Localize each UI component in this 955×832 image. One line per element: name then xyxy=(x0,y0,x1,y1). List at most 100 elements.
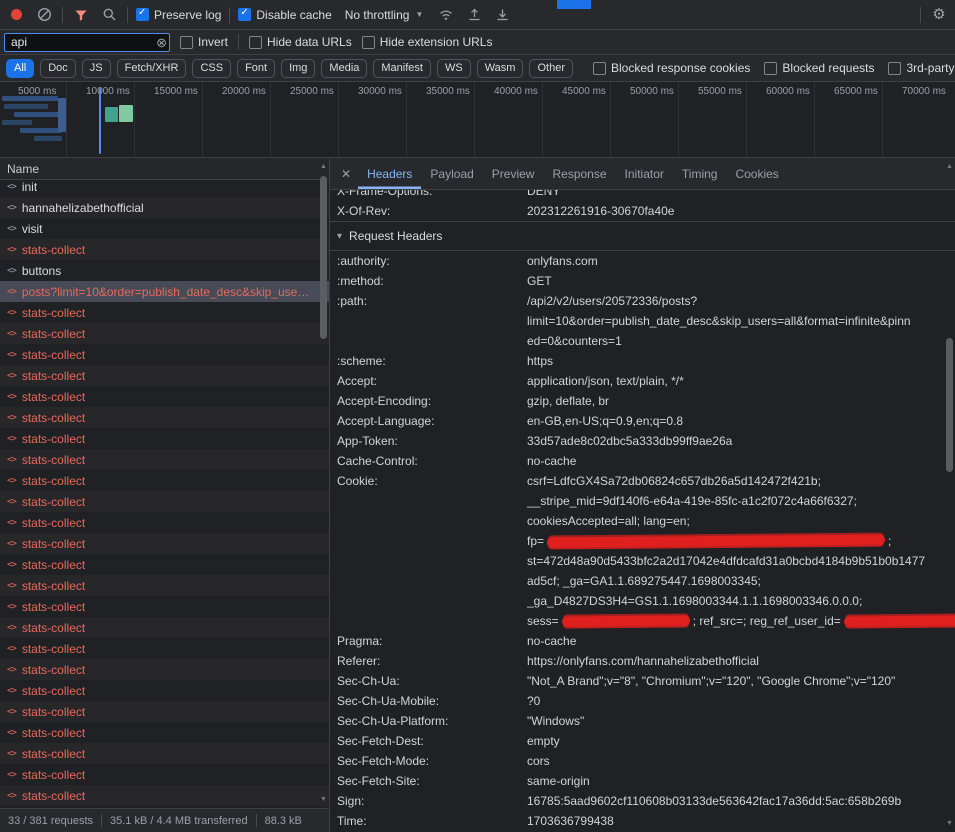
clear-button[interactable] xyxy=(34,5,54,25)
throttling-dropdown[interactable]: No throttling ▼ xyxy=(340,6,429,24)
type-chip-fetch-xhr[interactable]: Fetch/XHR xyxy=(117,59,187,78)
checkbox-label: 3rd-party requests xyxy=(906,61,955,75)
timeline-label: 65000 ms xyxy=(834,86,878,97)
request-row[interactable]: <>stats-collect xyxy=(0,680,329,701)
request-row[interactable]: <>stats-collect xyxy=(0,470,329,491)
script-icon: <> xyxy=(7,329,16,339)
request-row[interactable]: <>stats-collect xyxy=(0,428,329,449)
type-chip-wasm[interactable]: Wasm xyxy=(477,59,524,78)
header-name: X-Frame-Options: xyxy=(330,190,527,201)
request-name-label: stats-collect xyxy=(22,390,85,404)
invert-checkbox[interactable]: Invert xyxy=(180,35,228,49)
type-chip-font[interactable]: Font xyxy=(237,59,275,78)
tab-response[interactable]: Response xyxy=(543,158,615,189)
request-row[interactable]: <>stats-collect xyxy=(0,344,329,365)
request-row[interactable]: <>stats-collect xyxy=(0,722,329,743)
type-chip-manifest[interactable]: Manifest xyxy=(373,59,431,78)
preserve-log-label: Preserve log xyxy=(154,8,221,22)
clear-filter-icon[interactable]: ⊗ xyxy=(156,34,167,51)
settings-button[interactable]: ⚙ xyxy=(929,5,949,25)
request-row[interactable]: <>buttons xyxy=(0,260,329,281)
request-row[interactable]: <>stats-collect xyxy=(0,701,329,722)
request-row[interactable]: <>stats-collect xyxy=(0,533,329,554)
type-chip-css[interactable]: CSS xyxy=(192,59,231,78)
scroll-down-arrow-icon[interactable]: ▼ xyxy=(318,795,329,804)
request-row[interactable]: <>posts?limit=10&order=publish_date_desc… xyxy=(0,281,329,302)
tab-cookies[interactable]: Cookies xyxy=(726,158,787,189)
request-row[interactable]: <>hannahelizabethofficial xyxy=(0,197,329,218)
request-row[interactable]: <>stats-collect xyxy=(0,659,329,680)
request-row[interactable]: <>stats-collect xyxy=(0,365,329,386)
tab-headers[interactable]: Headers xyxy=(358,158,421,189)
tab-initiator[interactable]: Initiator xyxy=(616,158,673,189)
preserve-log-checkbox[interactable]: Preserve log xyxy=(136,8,221,22)
type-chip-media[interactable]: Media xyxy=(321,59,367,78)
name-column-header[interactable]: Name xyxy=(0,158,329,180)
scroll-up-arrow-icon[interactable]: ▲ xyxy=(318,162,329,171)
header-name: Sign: xyxy=(330,791,527,811)
request-row[interactable]: <>stats-collect xyxy=(0,764,329,785)
request-row[interactable]: <>stats-collect xyxy=(0,491,329,512)
request-row[interactable]: <>stats-collect xyxy=(0,302,329,323)
header-row: :method:GET xyxy=(330,271,955,291)
request-row[interactable]: <>stats-collect xyxy=(0,323,329,344)
record-button[interactable] xyxy=(6,5,26,25)
request-row[interactable]: <>init xyxy=(0,180,329,197)
request-row[interactable]: <>stats-collect xyxy=(0,512,329,533)
request-row[interactable]: <>visit xyxy=(0,218,329,239)
request-list-scrollbar[interactable]: ▲ ▼ xyxy=(318,162,329,804)
request-name-label: stats-collect xyxy=(22,306,85,320)
network-overview-timeline[interactable]: 5000 ms10000 ms15000 ms20000 ms25000 ms3… xyxy=(0,82,955,158)
network-conditions-button[interactable] xyxy=(436,5,456,25)
tab-preview[interactable]: Preview xyxy=(483,158,544,189)
search-button[interactable] xyxy=(99,5,119,25)
request-row[interactable]: <>stats-collect xyxy=(0,638,329,659)
detail-scrollbar[interactable]: ▲ ▼ xyxy=(944,162,955,828)
request-table: Name <>init<>hannahelizabethofficial<>vi… xyxy=(0,158,330,832)
type-chip-img[interactable]: Img xyxy=(281,59,315,78)
type-chip-other[interactable]: Other xyxy=(529,59,573,78)
request-row[interactable]: <>stats-collect xyxy=(0,617,329,638)
scroll-up-arrow-icon[interactable]: ▲ xyxy=(944,162,955,171)
tab-payload[interactable]: Payload xyxy=(421,158,482,189)
header-value: empty xyxy=(527,731,955,751)
request-headers-section-header[interactable]: ▾ Request Headers xyxy=(330,222,955,251)
scroll-down-arrow-icon[interactable]: ▼ xyxy=(944,819,955,828)
type-chip-all[interactable]: All xyxy=(6,59,34,78)
network-toolbar: Preserve log Disable cache No throttling… xyxy=(0,0,955,30)
request-row[interactable]: <> stats-collect xyxy=(0,386,329,407)
import-har-button[interactable] xyxy=(464,5,484,25)
disable-cache-label: Disable cache xyxy=(256,8,331,22)
disable-cache-checkbox[interactable]: Disable cache xyxy=(238,8,331,22)
filter-input[interactable] xyxy=(4,33,170,52)
script-icon: <> xyxy=(7,560,16,570)
type-chip-doc[interactable]: Doc xyxy=(40,59,76,78)
checkbox-blocked-response-cookies[interactable]: Blocked response cookies xyxy=(593,61,750,75)
checkbox-blocked-requests[interactable]: Blocked requests xyxy=(764,61,874,75)
close-icon[interactable]: ✕ xyxy=(341,167,351,181)
timeline-gridline xyxy=(882,82,883,157)
request-row[interactable]: <>stats-collect xyxy=(0,407,329,428)
scrollbar-thumb[interactable] xyxy=(946,338,953,472)
type-chip-ws[interactable]: WS xyxy=(437,59,471,78)
request-row[interactable]: <>stats-collect xyxy=(0,449,329,470)
request-row[interactable]: <>stats-collect xyxy=(0,743,329,764)
hide-data-urls-checkbox[interactable]: Hide data URLs xyxy=(249,35,352,49)
request-row[interactable]: <>stats-collect xyxy=(0,554,329,575)
tab-timing[interactable]: Timing xyxy=(673,158,727,189)
header-value-line: ?0 xyxy=(527,691,955,711)
hide-extension-urls-checkbox[interactable]: Hide extension URLs xyxy=(362,35,493,49)
request-row[interactable]: <>stats-collect xyxy=(0,785,329,806)
header-row: :authority:onlyfans.com xyxy=(330,251,955,271)
script-icon: <> xyxy=(7,665,16,675)
request-row[interactable]: <>stats-collect xyxy=(0,596,329,617)
checkbox-3rd-party-requests[interactable]: 3rd-party requests xyxy=(888,61,955,75)
request-row[interactable]: <>stats-collect xyxy=(0,239,329,260)
script-icon: <> xyxy=(7,392,16,402)
scrollbar-thumb[interactable] xyxy=(320,176,327,339)
type-chip-js[interactable]: JS xyxy=(82,59,111,78)
export-har-button[interactable] xyxy=(492,5,512,25)
filter-button[interactable] xyxy=(71,5,91,25)
request-row[interactable]: <>stats-collect xyxy=(0,575,329,596)
header-row: Sec-Fetch-Site:same-origin xyxy=(330,771,955,791)
